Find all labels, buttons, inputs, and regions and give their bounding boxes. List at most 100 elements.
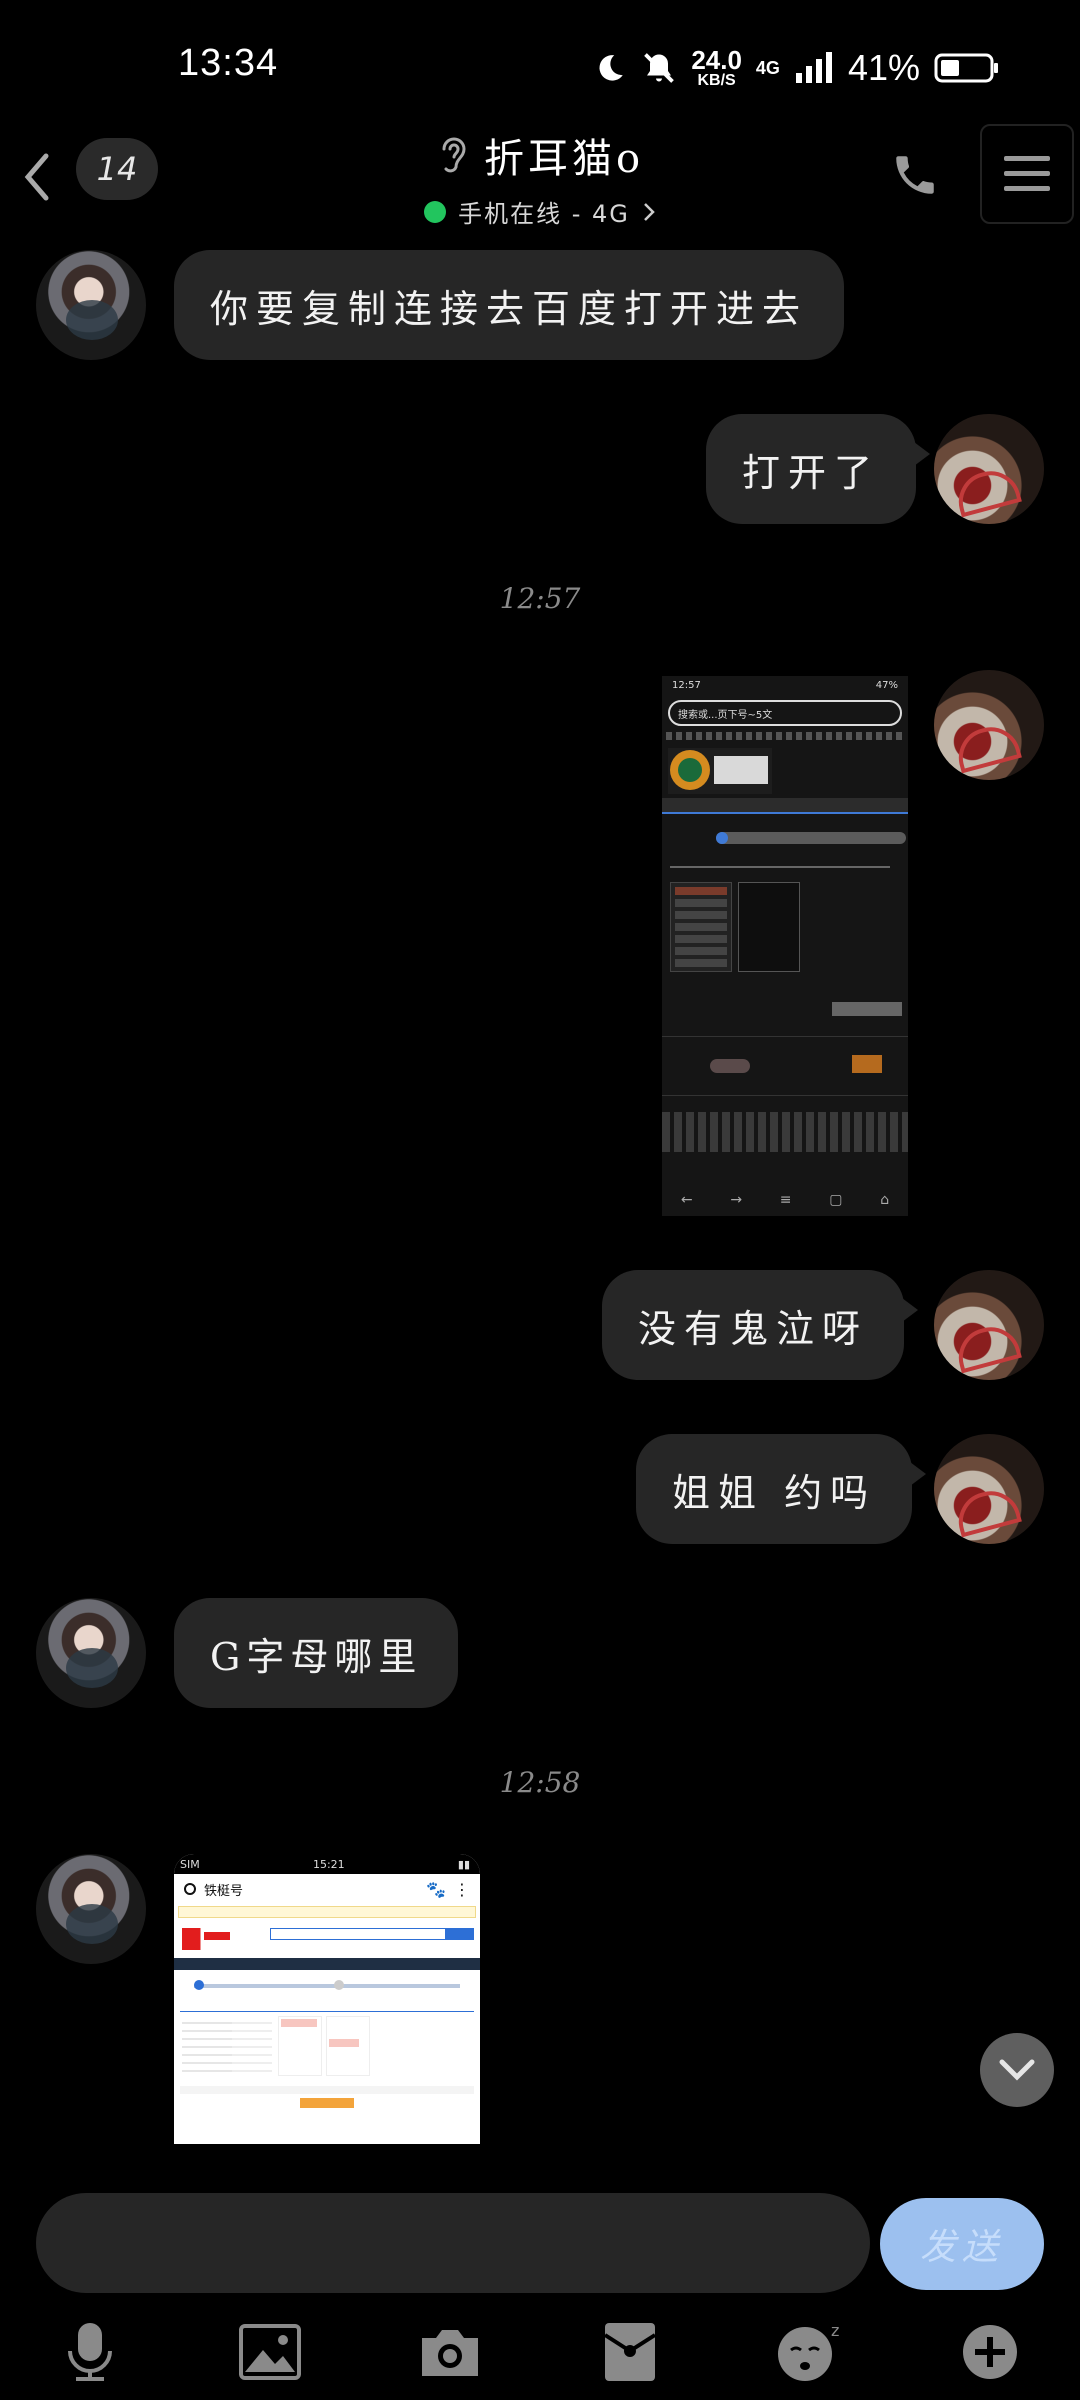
image-message-screenshot[interactable]: SIM 15:21 ▮▮ 铁梃号 🐾 ⋮ (174, 1854, 480, 2144)
hamburger-icon (1004, 156, 1050, 191)
thumb-time: 15:21 (312, 1857, 345, 1871)
message-bubble-right[interactable]: 姐姐 约吗 (636, 1434, 927, 1544)
message-bubble-left[interactable]: G字母哪里 (174, 1598, 459, 1708)
thumb-footer (662, 1112, 908, 1152)
mute-bell-icon (644, 53, 675, 83)
status-time: 13:34 (178, 42, 279, 84)
thumb-signal-icon: ▮▮ (457, 1857, 470, 1871)
contact-avatar[interactable] (36, 250, 146, 360)
thumb-site-header (174, 1920, 480, 1958)
thumb-site-input (270, 1928, 446, 1940)
emoji-icon: z (778, 2321, 839, 2381)
chevron-down-icon (999, 2059, 1035, 2081)
contact-avatar[interactable] (36, 1598, 146, 1708)
thumb-url-bar: 搜索或...页下号~5文 (668, 700, 902, 726)
net-speed-unit: KB/S (697, 72, 736, 89)
thumb-partners (662, 1036, 908, 1096)
more-button[interactable] (954, 2316, 1026, 2388)
netease-games-logo-icon (182, 1928, 230, 1950)
chevron-right-icon (644, 202, 655, 221)
network-indicator: 4G (756, 59, 780, 77)
thumb-home-icon: ⌂ (880, 1192, 890, 1208)
thumb-nav (662, 798, 908, 814)
red-packet-icon (603, 2323, 657, 2381)
chat-header: 14 折耳猫o 手机在线 - 4G (0, 120, 1080, 240)
thumb-columns (174, 2012, 480, 2082)
thumb-menu-icon: ≡ (779, 1192, 792, 1208)
message-bubble-right[interactable]: 没有鬼泣呀 (602, 1270, 919, 1380)
my-avatar[interactable] (934, 1270, 1044, 1380)
tencent-games-logo-icon (668, 748, 772, 794)
red-packet-button[interactable] (594, 2316, 666, 2388)
thumb-slider (716, 832, 906, 844)
status-bar: 13:34 24.0 KB/S 4G 41% (0, 0, 1080, 120)
message-bubble-right[interactable]: 打开了 (706, 414, 931, 524)
thumb-line (666, 732, 904, 740)
thumb-site-nav (174, 1958, 480, 1970)
net-speed-value: 24.0 (691, 45, 742, 75)
thumb-site-go-button (446, 1928, 474, 1940)
thumb-tabs (180, 2002, 474, 2012)
chat-screen: 13:34 24.0 KB/S 4G 41% 14 折耳猫o 手机在线 - 4G… (0, 0, 1080, 2400)
photo-button[interactable] (234, 2316, 306, 2388)
signal-icon (795, 52, 832, 83)
thumb-button (832, 1002, 902, 1016)
my-avatar[interactable] (934, 1434, 1044, 1544)
thumb-browser-nav: ← → ≡ ▢ ⌂ (662, 1186, 908, 1214)
my-avatar[interactable] (934, 670, 1044, 780)
image-message-screenshot[interactable]: 12:57 47% 搜索或...页下号~5文 ← → ≡ ▢ ⌂ (662, 676, 908, 1216)
network-type: 4G (755, 58, 780, 78)
net-speed: 24.0 KB/S (691, 47, 742, 89)
emoji-button[interactable]: z (774, 2316, 846, 2388)
thumb-footer (180, 2086, 474, 2094)
bottom-toolbar: z (0, 2300, 1080, 2400)
thumb-search-icon (184, 1883, 196, 1895)
moon-icon (599, 55, 624, 81)
thumb-status-bar: SIM 15:21 ▮▮ (174, 1854, 480, 1874)
message-timestamp: 12:58 (499, 1766, 581, 1799)
online-dot-icon (424, 200, 447, 223)
send-button[interactable]: 发送 (880, 2198, 1044, 2290)
ear-icon (442, 137, 466, 173)
message-input[interactable] (36, 2193, 870, 2293)
contact-avatar[interactable] (36, 1854, 146, 1964)
thumb-panel (670, 882, 900, 972)
thumb-search-bar: 铁梃号 🐾 ⋮ (174, 1874, 480, 1904)
thumb-time: 12:57 (672, 680, 701, 691)
online-status-text: 手机在线 - 4G (458, 200, 630, 228)
thumb-more-icon: ⋮ (454, 1879, 470, 1899)
my-avatar[interactable] (934, 414, 1044, 524)
scroll-to-bottom-button[interactable] (980, 2033, 1054, 2107)
message-timestamp: 12:57 (499, 582, 581, 615)
call-button[interactable] (880, 140, 950, 210)
thumb-tabs (670, 866, 890, 880)
image-icon (239, 2324, 301, 2380)
menu-button[interactable] (980, 124, 1074, 224)
thumb-battery: 47% (875, 680, 898, 691)
camera-button[interactable] (414, 2316, 486, 2388)
contact-title: 折耳猫o (436, 126, 644, 184)
thumb-back-icon: ← (680, 1192, 693, 1208)
message-bubble-left[interactable]: 你要复制连接去百度打开进去 (174, 250, 845, 360)
thumb-carrier: SIM (180, 1857, 200, 1871)
plus-icon (963, 2325, 1017, 2379)
battery-percent: 41% (847, 47, 920, 88)
thumb-search-text: 铁梃号 (204, 1883, 244, 1899)
thumb-paw-icon: 🐾 (426, 1879, 446, 1899)
thumb-tabs-icon: ▢ (829, 1192, 843, 1208)
phone-icon (896, 156, 934, 194)
thumb-status-bar: 12:57 47% (662, 676, 908, 698)
thumb-forward-icon: → (730, 1192, 743, 1208)
contact-name: 折耳猫o (483, 136, 645, 182)
camera-icon (422, 2330, 478, 2376)
microphone-icon (68, 2323, 112, 2381)
svg-text:z: z (831, 2321, 839, 2340)
online-status: 手机在线 - 4G (424, 194, 656, 229)
thumb-slider (194, 1980, 460, 1990)
status-icons: 24.0 KB/S 4G 41% (593, 42, 1000, 94)
thumb-orange-button (300, 2098, 354, 2108)
thumb-notice-banner (178, 1906, 476, 1918)
battery-icon (934, 53, 998, 83)
thumb-url-text: 搜索或...页下号~5文 (678, 709, 773, 721)
voice-button[interactable] (54, 2316, 126, 2388)
